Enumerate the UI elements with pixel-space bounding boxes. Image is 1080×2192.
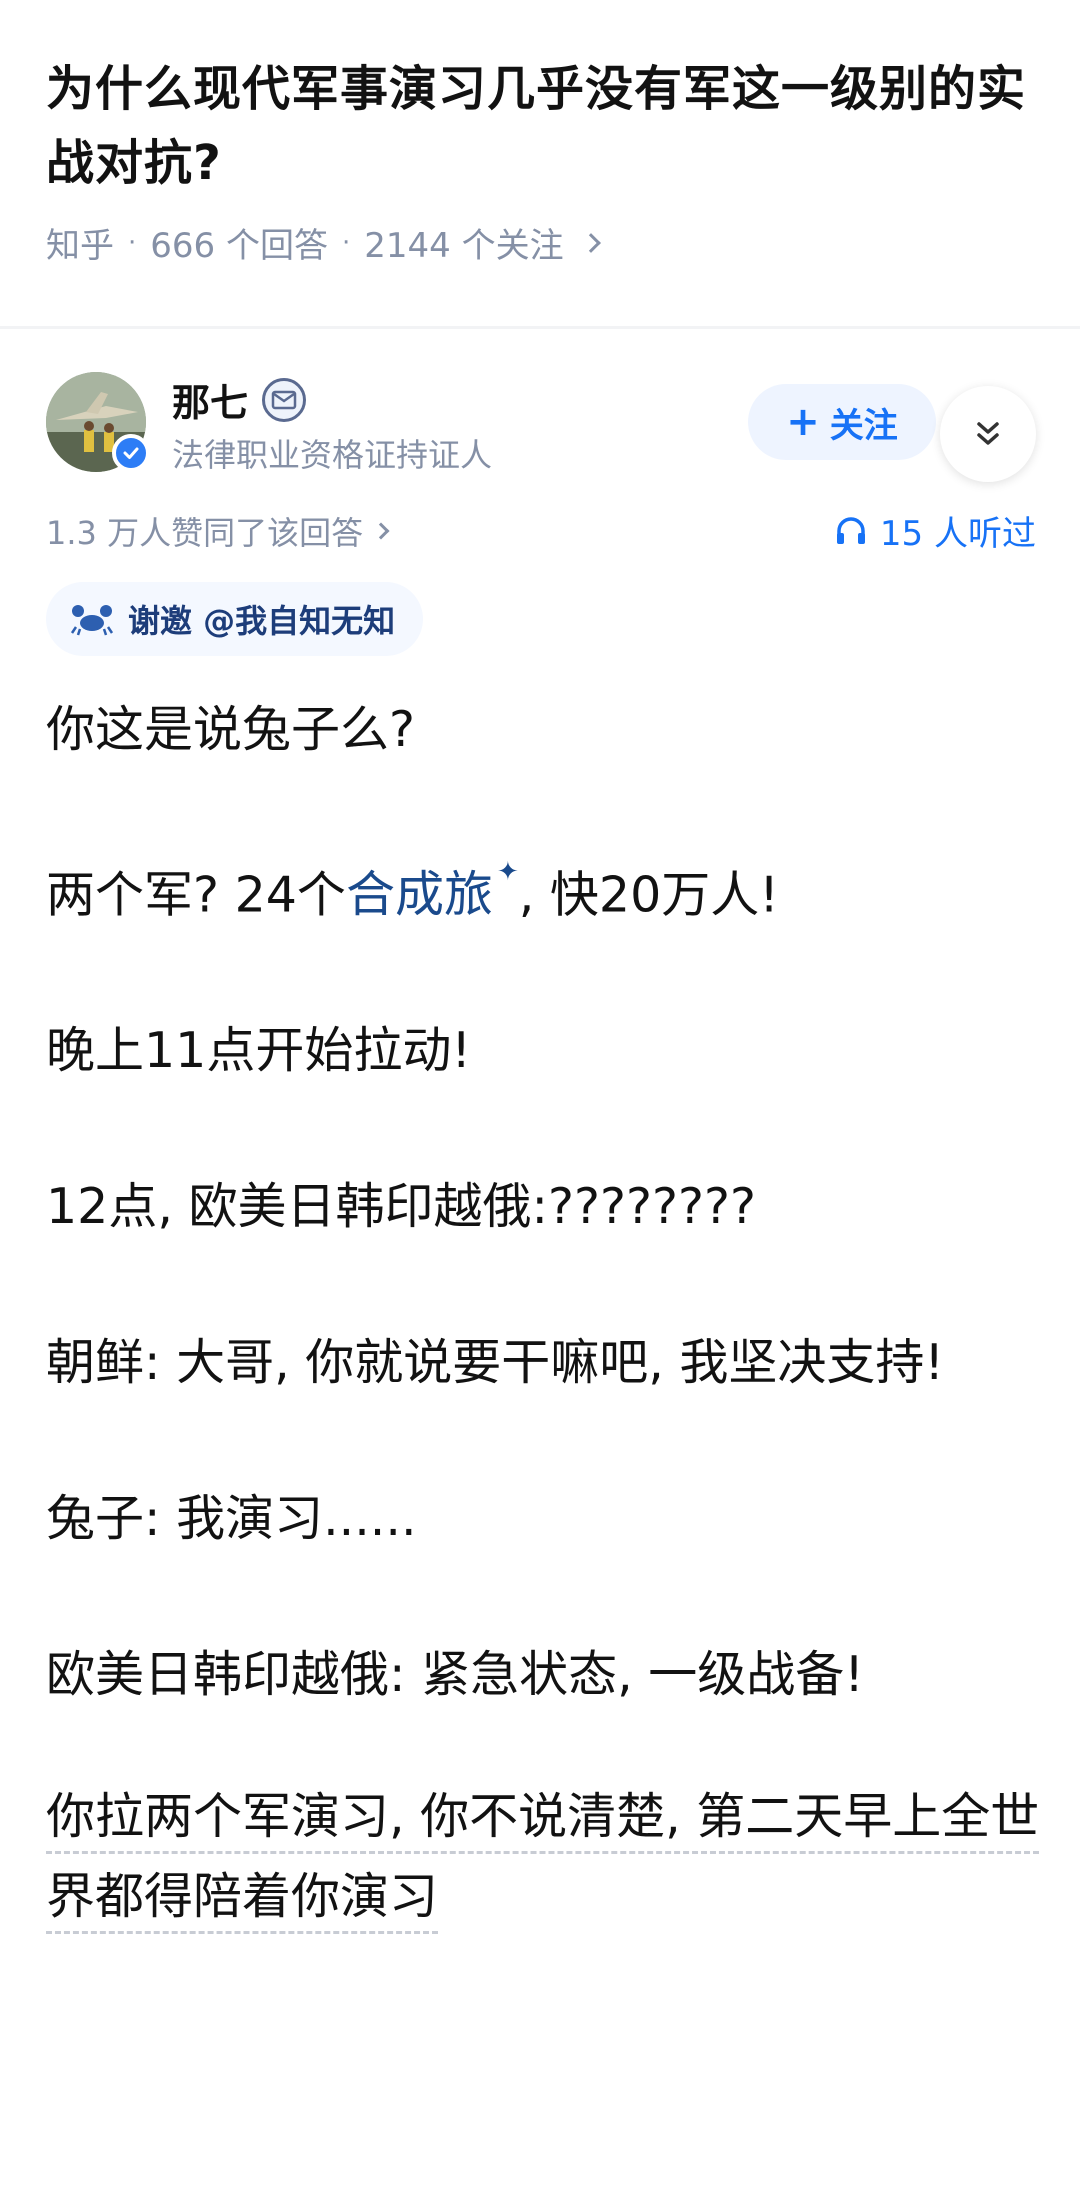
likes-summary[interactable]: 1.3 万人赞同了该回答 — [46, 508, 390, 554]
highlighted-paragraph[interactable]: 你拉两个军演习, 你不说清楚, 第二天早上全世界都得陪着你演习 — [46, 1777, 1046, 1937]
follower-count: 2144 个关注 — [364, 226, 564, 266]
chevron-right-icon — [580, 232, 601, 253]
verified-icon — [112, 434, 150, 472]
question-meta[interactable]: 知乎 · 666 个回答 · 2144 个关注 — [46, 218, 1036, 267]
paragraph: 朝鲜: 大哥, 你就说要干嘛吧, 我坚决支持! — [46, 1334, 945, 1392]
follow-label: 关注 — [829, 405, 898, 446]
question-title[interactable]: 为什么现代军事演习几乎没有军这一级别的实战对抗? — [46, 52, 1036, 200]
collapse-button[interactable] — [940, 386, 1036, 482]
paragraph: 两个军? 24个合成旅 ✦, 快20万人! — [46, 846, 1046, 935]
answer-content: 你这是说兔子么? 两个军? 24个合成旅 ✦, 快20万人! 晚上11点开始拉动!… — [46, 690, 1046, 2013]
source-label: 知乎 — [46, 226, 114, 266]
follow-button[interactable]: + 关注 — [748, 384, 936, 460]
paragraph: 12点, 欧美日韩印越俄:???????? — [46, 1178, 757, 1236]
link-text: 合成旅 — [345, 866, 493, 924]
author-name-row[interactable]: 那七 — [172, 372, 307, 427]
listened-text: 15 人听过 — [879, 514, 1036, 554]
topic-link[interactable]: 合成旅 ✦ — [345, 857, 519, 924]
question-header: 为什么现代军事演习几乎没有军这一级别的实战对抗? 知乎 · 666 个回答 · … — [46, 52, 1036, 267]
text: , 快20万人! — [518, 866, 779, 924]
separator-dot: · — [128, 227, 137, 258]
likes-text: 1.3 万人赞同了该回答 — [46, 513, 364, 552]
author-description: 法律职业资格证持证人 — [172, 436, 493, 474]
answer-stats: 1.3 万人赞同了该回答 15 人听过 — [46, 506, 1036, 555]
crab-invite-icon — [70, 605, 114, 636]
paragraph: 你这是说兔子么? — [46, 701, 416, 758]
headphones-icon — [836, 516, 865, 544]
paragraph: 晚上11点开始拉动! — [46, 1022, 471, 1080]
double-chevron-down-icon — [977, 422, 999, 445]
listen-summary[interactable]: 15 人听过 — [834, 506, 1036, 555]
paragraph: 欧美日韩印越俄: 紧急状态, 一级战备! — [46, 1646, 864, 1704]
author-name: 那七 — [172, 381, 249, 425]
invite-text: 谢邀 @我自知无知 — [128, 602, 396, 640]
chevron-right-icon — [372, 522, 390, 539]
sparkle-icon: ✦ — [496, 857, 519, 887]
separator-dot: · — [341, 227, 351, 258]
plus-icon: + — [786, 399, 820, 445]
paragraph: 兔子: 我演习...... — [46, 1490, 417, 1548]
invite-tag[interactable]: 谢邀 @我自知无知 — [46, 582, 424, 656]
answer-count: 666 个回答 — [150, 226, 328, 266]
text: 两个军? 24个 — [46, 866, 346, 924]
divider — [0, 326, 1080, 329]
mail-badge-icon — [262, 377, 307, 422]
highlighted-text: 你拉两个军演习, 你不说清楚, 第二天早上全世界都得陪着你演习 — [46, 1788, 1040, 1935]
